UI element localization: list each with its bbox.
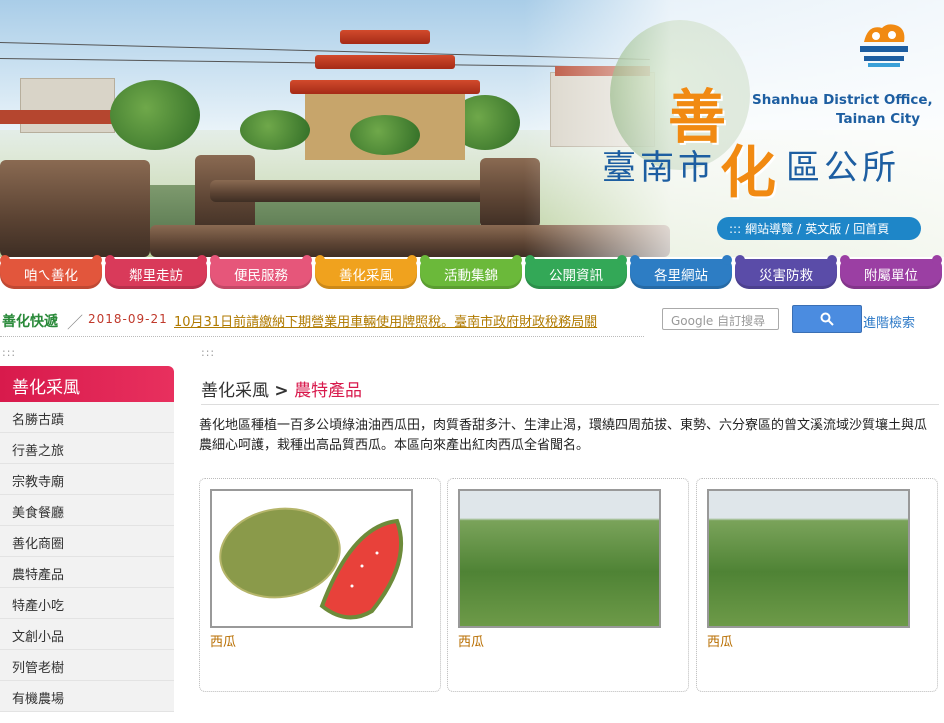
sidebar-item[interactable]: 行善之旅 xyxy=(0,433,174,464)
product-caption[interactable]: 西瓜 xyxy=(707,631,733,650)
sidebar: 善化采風 名勝古蹟 行善之旅 宗教寺廟 美食餐廳 善化商圈 農特產品 特產小吃 … xyxy=(0,366,174,712)
menu-item-disaster[interactable]: 災害防救 xyxy=(735,255,837,289)
sitemap-link[interactable]: 網站導覽 xyxy=(745,220,793,237)
sidebar-item[interactable]: 美食餐廳 xyxy=(0,495,174,526)
ticker-title: 善化快遞 xyxy=(2,314,58,330)
intro-paragraph: 善化地區種植一百多公頃綠油油西瓜田，肉質香甜多汁、生津止渴，環繞四周茄拔、東勢、… xyxy=(199,418,928,453)
log-photo xyxy=(210,180,490,202)
sidebar-title: 善化采風 xyxy=(0,366,174,402)
search-input[interactable]: Google 自訂搜尋 xyxy=(662,308,779,330)
logo-char-hua: 化 xyxy=(720,140,776,206)
logo-english-line1: Shanhua District Office, xyxy=(752,92,933,108)
advanced-search-link[interactable]: 進階檢索 xyxy=(863,312,915,331)
roof-photo xyxy=(0,110,120,124)
tree-photo xyxy=(240,110,310,150)
temple-roof-photo xyxy=(340,30,430,44)
title-divider xyxy=(201,404,939,405)
product-card[interactable]: 西瓜 xyxy=(199,478,441,692)
field-photo xyxy=(709,491,908,626)
menu-item-culture[interactable]: 善化采風 xyxy=(315,255,417,289)
sidebar-item[interactable]: 文創小品 xyxy=(0,619,174,650)
log-photo xyxy=(0,160,150,257)
sidebar-item[interactable]: 宗教寺廟 xyxy=(0,464,174,495)
field-photo xyxy=(460,491,659,626)
home-link[interactable]: 回首頁 xyxy=(853,220,889,237)
tree-photo xyxy=(350,115,420,155)
menu-item-public-info[interactable]: 公開資訊 xyxy=(525,255,627,289)
ticker-date: 2018-09-21 xyxy=(88,312,168,326)
product-caption[interactable]: 西瓜 xyxy=(210,631,236,650)
search-button[interactable] xyxy=(792,305,862,333)
product-image[interactable] xyxy=(210,489,413,628)
search-icon xyxy=(820,312,834,326)
ticker-divider-line xyxy=(0,336,644,337)
temple-roof-photo xyxy=(315,55,455,69)
sidebar-item[interactable]: 有機農場 xyxy=(0,681,174,712)
menu-item-affiliates[interactable]: 附屬單位 xyxy=(840,255,942,289)
sidebar-item[interactable]: 特產小吃 xyxy=(0,588,174,619)
sidebar-item[interactable]: 善化商圈 xyxy=(0,526,174,557)
ticker-link[interactable]: 10月31日前請繳納下期營業用車輛使用牌照稅。臺南市政府財政稅務局關 xyxy=(174,311,642,330)
sidebar-item[interactable]: 列管老樹 xyxy=(0,650,174,681)
english-link[interactable]: 英文版 xyxy=(805,220,841,237)
logo-office: 區公所 xyxy=(786,148,900,188)
menu-item-villages[interactable]: 鄰里走訪 xyxy=(105,255,207,289)
sidebar-item[interactable]: 農特產品 xyxy=(0,557,174,588)
building-photo xyxy=(20,78,115,133)
product-image[interactable] xyxy=(707,489,910,628)
product-caption[interactable]: 西瓜 xyxy=(458,631,484,650)
district-emblem-icon xyxy=(860,24,908,67)
accesskey-left[interactable]: ::: xyxy=(2,346,16,359)
ticker-divider: ／ xyxy=(67,313,84,332)
page-title: 農特產品 xyxy=(294,381,363,401)
temple-roof-photo xyxy=(290,80,480,94)
accesskey-main[interactable]: ::: xyxy=(201,346,215,359)
breadcrumb-parent[interactable]: 善化采風 xyxy=(201,381,269,401)
product-card[interactable]: 西瓜 xyxy=(447,478,689,692)
menu-item-events[interactable]: 活動集錦 xyxy=(420,255,522,289)
product-image[interactable] xyxy=(458,489,661,628)
main-menu: 咱ㄟ善化 鄰里走訪 便民服務 善化采風 活動集錦 公開資訊 各里網站 災害防救 … xyxy=(0,255,944,293)
menu-item-village-sites[interactable]: 各里網站 xyxy=(630,255,732,289)
watermelon-photo xyxy=(219,507,404,620)
breadcrumb: 善化采風 > 農特產品 xyxy=(201,376,362,401)
logo-english-line2: Tainan City xyxy=(836,111,921,127)
product-card[interactable]: 西瓜 xyxy=(696,478,938,692)
top-links-accesskey[interactable]: ::: xyxy=(729,222,741,236)
menu-item-services[interactable]: 便民服務 xyxy=(210,255,312,289)
sidebar-item[interactable]: 名勝古蹟 xyxy=(0,402,174,433)
header-banner: 善 臺南市 區公所 化 Shanhua District Office, Tain… xyxy=(0,0,944,257)
top-links: ::: 網站導覽 / 英文版 / 回首頁 xyxy=(717,217,921,240)
logo-city: 臺南市 xyxy=(602,148,716,188)
menu-item-about[interactable]: 咱ㄟ善化 xyxy=(0,255,102,289)
tree-photo xyxy=(110,80,200,150)
breadcrumb-separator: > xyxy=(274,381,289,401)
